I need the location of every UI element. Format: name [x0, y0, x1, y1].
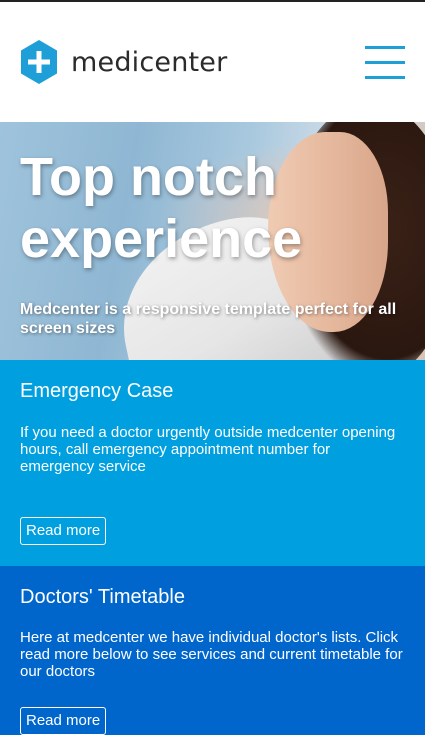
emergency-case-card: Emergency Case If you need a doctor urge…	[0, 360, 425, 566]
doctors-timetable-card: Doctors' Timetable Here at medcenter we …	[0, 566, 425, 735]
read-more-button[interactable]: Read more	[20, 517, 107, 545]
hero-title: Top notch experience	[20, 147, 303, 269]
card-text: Here at medcenter we have individual doc…	[20, 629, 403, 680]
hamburger-menu-icon[interactable]	[365, 46, 405, 80]
card-title: Doctors' Timetable	[20, 586, 185, 608]
site-logo[interactable]: medicenter	[19, 38, 227, 86]
card-text: If you need a doctor urgently outside me…	[20, 424, 396, 475]
hero-banner: Top notch experience Medcenter is a resp…	[0, 122, 425, 360]
site-header: medicenter	[0, 2, 425, 122]
medical-cross-icon	[19, 39, 59, 85]
brand-name: medicenter	[71, 46, 228, 78]
read-more-button[interactable]: Read more	[20, 707, 107, 735]
hero-subtitle: Medcenter is a responsive template perfe…	[20, 301, 397, 337]
card-title: Emergency Case	[20, 380, 174, 402]
